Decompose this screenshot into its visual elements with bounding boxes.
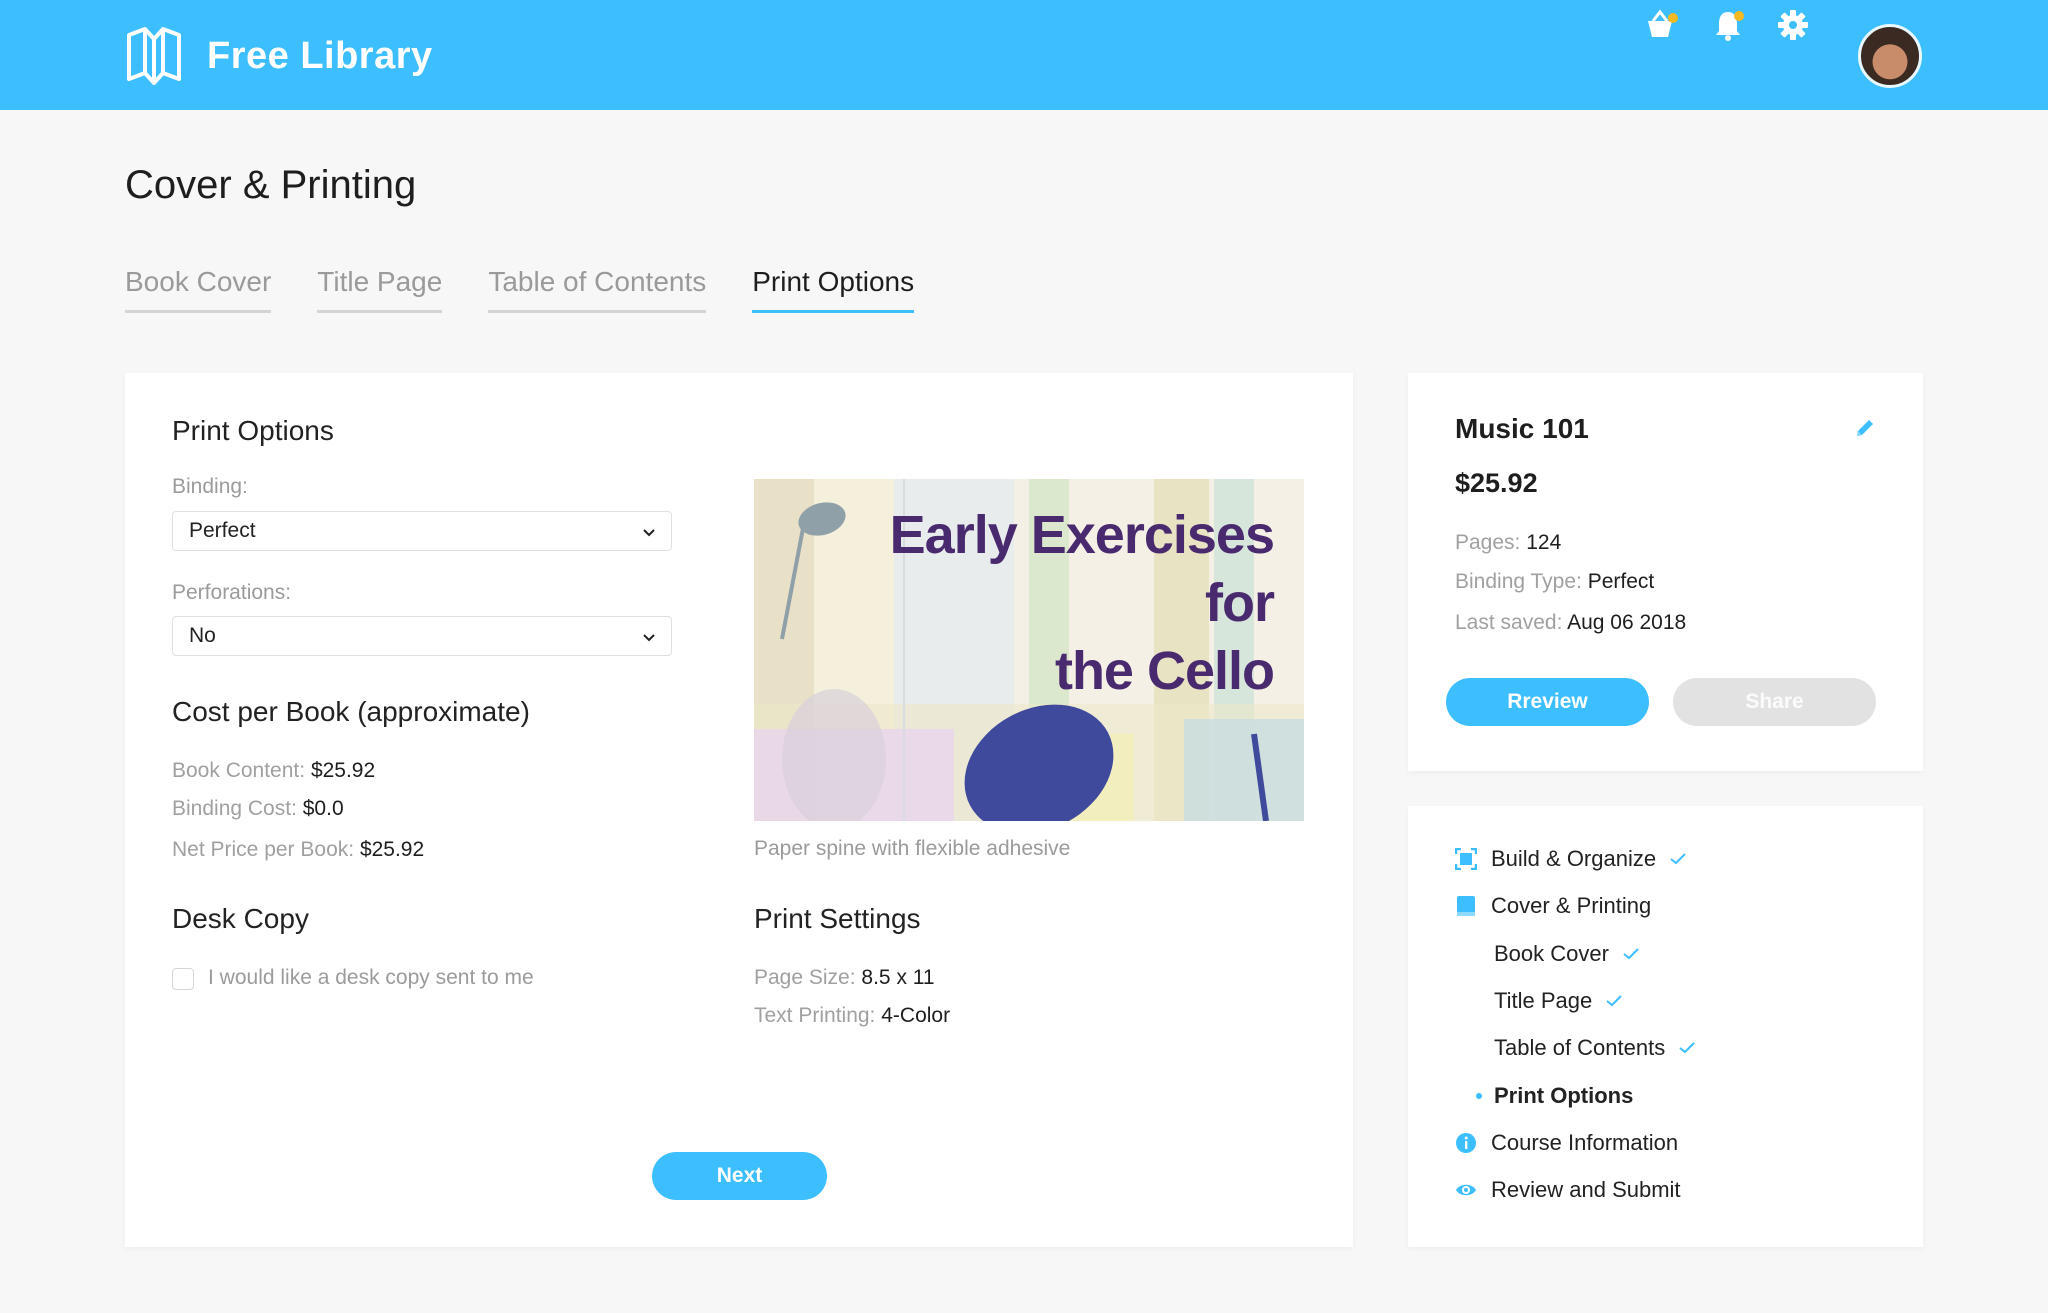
step-label: Review and Submit <box>1491 1177 1681 1202</box>
step-label: Print Options <box>1494 1083 1634 1108</box>
book-content-row: Book Content: $25.92 <box>172 759 375 783</box>
eye-icon <box>1456 1184 1476 1196</box>
page-size-value: 8.5 x 11 <box>861 966 935 989</box>
step-cover-printing[interactable]: Cover & Printing <box>1455 893 1651 919</box>
desk-copy-heading: Desk Copy <box>172 903 309 934</box>
step-label: Cover & Printing <box>1491 893 1652 918</box>
text-printing-label: Text Printing: <box>754 1004 876 1027</box>
book-icon <box>1457 896 1475 916</box>
check-icon <box>1623 948 1639 960</box>
step-label: Book Cover <box>1494 941 1609 966</box>
print-options-heading: Print Options <box>172 415 334 446</box>
cover-caption: Paper spine with flexible adhesive <box>754 837 1071 860</box>
net-price-value: $25.92 <box>359 838 425 861</box>
perforations-label: Perforations: <box>172 581 292 604</box>
print-options-card: Print Options Binding: Perfect Perforati… <box>125 373 1353 1247</box>
bell-icon[interactable] <box>1710 7 1746 43</box>
cover-preview-image: Early Exercises for the Cello <box>754 479 1304 821</box>
step-label: Course Information <box>1491 1130 1679 1155</box>
check-icon <box>1606 995 1622 1007</box>
binding-value: Perfect <box>189 519 256 542</box>
page-title: Cover & Printing <box>125 163 417 207</box>
binding-cost-label: Binding Cost: <box>172 797 297 820</box>
cover-title-line-2: for <box>1205 573 1275 633</box>
step-review-submit[interactable]: Review and Submit <box>1455 1177 1681 1203</box>
gear-icon[interactable] <box>1775 7 1811 43</box>
step-print-options[interactable]: Print Options <box>1476 1083 1634 1109</box>
check-icon <box>1670 853 1686 865</box>
tab-print-options[interactable]: Print Options <box>752 266 915 313</box>
cover-title: Early Exercises for the Cello <box>889 501 1275 705</box>
net-price-label: Net Price per Book: <box>172 838 355 861</box>
print-settings-heading: Print Settings <box>754 903 921 934</box>
step-build-organize[interactable]: Build & Organize <box>1455 846 1686 872</box>
brand-name: Free Library <box>207 34 433 77</box>
chevron-down-icon <box>643 529 655 537</box>
tab-title-page[interactable]: Title Page <box>317 266 443 313</box>
frame-icon <box>1455 848 1477 870</box>
pencil-icon[interactable] <box>1853 416 1877 440</box>
tab-book-cover[interactable]: Book Cover <box>125 266 272 313</box>
perforations-value: No <box>189 624 216 647</box>
top-bar: Free Library <box>0 0 2048 110</box>
pages-row: Pages: 124 <box>1455 531 1561 555</box>
cost-heading: Cost per Book (approximate) <box>172 696 530 727</box>
book-content-value: $25.92 <box>310 759 376 782</box>
binding-type-value: Perfect <box>1587 570 1655 593</box>
binding-cost-row: Binding Cost: $0.0 <box>172 797 344 821</box>
step-title-page[interactable]: Title Page <box>1494 988 1622 1014</box>
pages-value: 124 <box>1526 531 1562 554</box>
last-saved-row: Last saved: Aug 06 2018 <box>1455 611 1686 635</box>
chevron-down-icon <box>643 634 655 642</box>
book-price: $25.92 <box>1455 468 1538 498</box>
binding-type-label: Binding Type: <box>1455 570 1582 593</box>
desk-copy-label[interactable]: I would like a desk copy sent to me <box>208 966 534 990</box>
page-size-label: Page Size: <box>754 966 856 989</box>
binding-cost-value: $0.0 <box>302 797 344 820</box>
tabs: Book Cover Title Page Table of Contents … <box>125 266 960 313</box>
avatar[interactable] <box>1858 24 1922 88</box>
progress-steps-card: Build & Organize Cover & Printing Book C… <box>1408 806 1923 1247</box>
last-saved-label: Last saved: <box>1455 611 1563 634</box>
info-icon <box>1456 1133 1476 1153</box>
step-label: Title Page <box>1494 988 1593 1013</box>
cover-title-line-1: Early Exercises <box>889 505 1275 565</box>
step-label: Table of Contents <box>1494 1035 1666 1060</box>
next-button[interactable]: Next <box>652 1152 827 1200</box>
binding-type-row: Binding Type: Perfect <box>1455 570 1654 594</box>
book-logo-icon <box>127 27 181 85</box>
share-button[interactable]: Share <box>1673 678 1876 726</box>
basket-icon[interactable] <box>1642 7 1678 43</box>
binding-select[interactable]: Perfect <box>172 511 672 551</box>
perforations-select[interactable]: No <box>172 616 672 656</box>
last-saved-value: Aug 06 2018 <box>1567 611 1687 634</box>
cover-title-line-3: the Cello <box>1054 641 1275 701</box>
current-step-bullet <box>1476 1093 1482 1099</box>
brand[interactable]: Free Library <box>125 27 433 85</box>
review-button[interactable]: Rreview <box>1446 678 1649 726</box>
book-info-card: Music 101 $25.92 Pages: 124 Binding Type… <box>1408 373 1923 771</box>
step-label: Build & Organize <box>1491 846 1657 871</box>
tab-table-of-contents[interactable]: Table of Contents <box>488 266 707 313</box>
step-book-cover[interactable]: Book Cover <box>1494 941 1639 967</box>
net-price-row: Net Price per Book: $25.92 <box>172 838 424 862</box>
binding-label: Binding: <box>172 475 248 498</box>
page-size-row: Page Size: 8.5 x 11 <box>754 966 935 990</box>
text-printing-value: 4-Color <box>881 1004 951 1027</box>
text-printing-row: Text Printing: 4-Color <box>754 1004 950 1028</box>
desk-copy-checkbox[interactable] <box>172 968 194 990</box>
book-content-label: Book Content: <box>172 759 306 782</box>
step-table-of-contents[interactable]: Table of Contents <box>1494 1035 1695 1061</box>
book-title: Music 101 <box>1455 413 1589 444</box>
step-course-information[interactable]: Course Information <box>1455 1130 1678 1156</box>
pages-label: Pages: <box>1455 531 1521 554</box>
check-icon <box>1679 1042 1695 1054</box>
